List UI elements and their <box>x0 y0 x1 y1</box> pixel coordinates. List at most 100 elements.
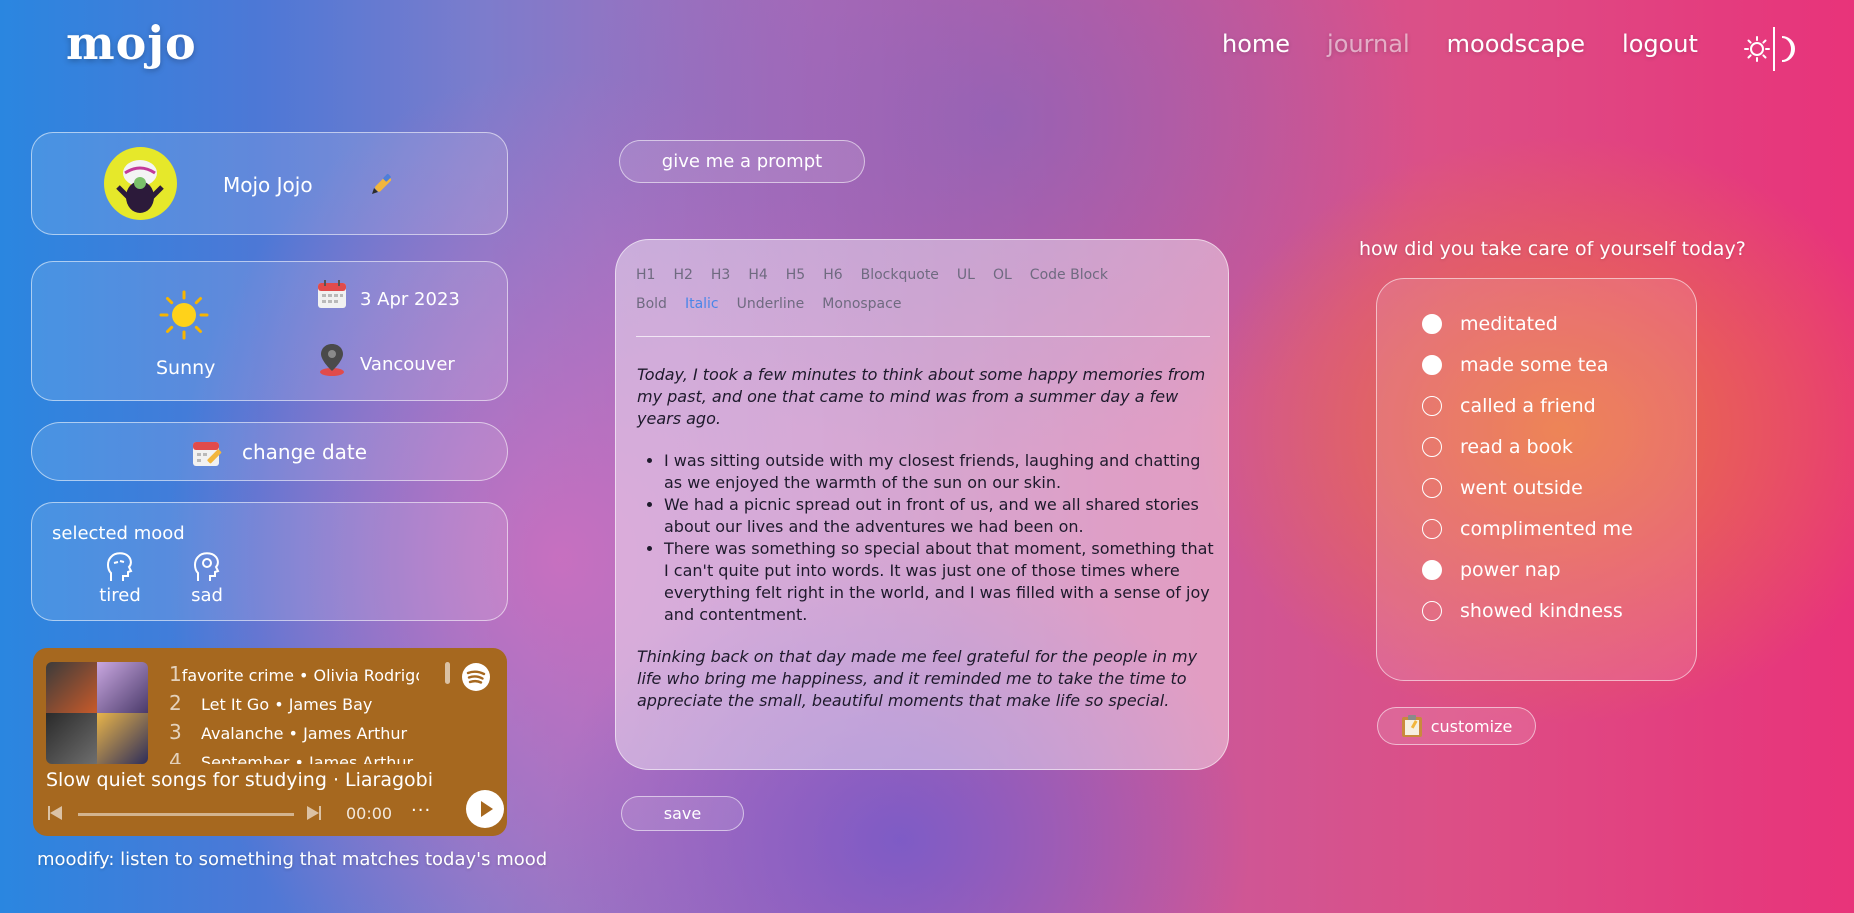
nav-logout[interactable]: logout <box>1622 30 1698 58</box>
location-pin-icon <box>320 344 344 376</box>
track-number: 3 <box>169 720 182 744</box>
selfcare-option-went-outside[interactable]: went outside <box>1422 473 1583 503</box>
selfcare-option-made-some-tea[interactable]: made some tea <box>1422 350 1608 380</box>
toolbar-h1-button[interactable]: H1 <box>636 267 655 283</box>
spotify-player: 1 favorite crime • Olivia Rodrigo 2 Let It… <box>33 648 507 836</box>
radio-button[interactable] <box>1422 519 1442 539</box>
toolbar-h5-button[interactable]: H5 <box>786 267 805 283</box>
app-logo[interactable]: mojo <box>66 16 197 70</box>
toolbar-ol-button[interactable]: OL <box>993 267 1012 283</box>
moon-icon[interactable] <box>1778 35 1800 63</box>
selfcare-option-label: showed kindness <box>1460 600 1623 622</box>
track-title: favorite crime • Olivia Rodrigo <box>181 666 419 685</box>
journal-bullet-list[interactable]: I was sitting outside with my closest fr… <box>637 450 1217 626</box>
spotify-icon[interactable] <box>461 662 491 692</box>
head-tired-icon <box>107 552 133 581</box>
moodify-caption: moodify: listen to something that matche… <box>37 849 548 870</box>
track-row[interactable]: 4 September • James Arthur <box>169 749 419 764</box>
toolbar-h6-button[interactable]: H6 <box>823 267 842 283</box>
entry-date: 3 Apr 2023 <box>360 289 460 310</box>
play-button[interactable] <box>466 790 504 828</box>
save-button[interactable]: save <box>621 796 744 831</box>
mood-label: tired <box>99 585 141 606</box>
selfcare-option-label: power nap <box>1460 559 1561 581</box>
selfcare-option-meditated[interactable]: meditated <box>1422 309 1558 339</box>
customize-button[interactable]: customize <box>1377 707 1536 745</box>
radio-button[interactable] <box>1422 437 1442 457</box>
toolbar-bold-button[interactable]: Bold <box>636 296 667 312</box>
more-options-icon[interactable]: ··· <box>411 800 431 821</box>
weather-condition: Sunny <box>156 357 216 379</box>
journal-intro[interactable]: Today, I took a few minutes to think abo… <box>637 364 1217 430</box>
toolbar-ul-button[interactable]: UL <box>957 267 975 283</box>
selfcare-option-read-a-book[interactable]: read a book <box>1422 432 1573 462</box>
radio-button[interactable] <box>1422 478 1442 498</box>
toolbar-row-format: Bold Italic Underline Monospace <box>636 289 1216 318</box>
weather-card: Sunny 3 Apr 2023 Vancouver <box>31 261 508 401</box>
journal-outro[interactable]: Thinking back on that day made me feel g… <box>637 646 1217 712</box>
track-list[interactable]: 1 favorite crime • Olivia Rodrigo 2 Let It… <box>169 662 419 764</box>
track-row[interactable]: 1 favorite crime • Olivia Rodrigo <box>169 662 419 691</box>
journal-bullet[interactable]: I was sitting outside with my closest fr… <box>664 450 1217 494</box>
playlist-cover[interactable] <box>46 662 148 764</box>
previous-track-icon[interactable] <box>46 804 64 822</box>
player-controls: 00:00 ··· <box>46 790 504 828</box>
selfcare-option-label: made some tea <box>1460 354 1609 376</box>
mood-sad[interactable]: sad <box>177 551 237 606</box>
track-row[interactable]: 2 Let It Go • James Bay <box>169 691 419 720</box>
next-track-icon[interactable] <box>305 804 323 822</box>
selected-mood-title: selected mood <box>52 523 185 544</box>
toolbar-code-block-button[interactable]: Code Block <box>1030 267 1108 283</box>
selfcare-option-called-a-friend[interactable]: called a friend <box>1422 391 1596 421</box>
avatar[interactable] <box>104 147 177 220</box>
nav-home[interactable]: home <box>1222 30 1290 58</box>
selfcare-option-label: went outside <box>1460 477 1583 499</box>
radio-button[interactable] <box>1422 314 1442 334</box>
head-sad-icon <box>194 552 220 581</box>
selfcare-option-label: called a friend <box>1460 395 1596 417</box>
change-date-button[interactable]: change date <box>31 422 508 481</box>
playlist-title[interactable]: Slow quiet songs for studying · Liaragob… <box>46 769 442 791</box>
location-text: Vancouver <box>360 354 455 375</box>
toolbar-row-headings: H1 H2 H3 H4 H5 H6 Blockquote UL OL Code Block <box>636 260 1216 289</box>
mood-tired[interactable]: tired <box>90 551 150 606</box>
progress-bar[interactable] <box>78 813 294 816</box>
radio-button[interactable] <box>1422 560 1442 580</box>
toolbar-underline-button[interactable]: Underline <box>737 296 805 312</box>
calendar-icon <box>318 280 346 308</box>
journal-text-area[interactable]: Today, I took a few minutes to think abo… <box>637 364 1217 732</box>
toolbar-h4-button[interactable]: H4 <box>748 267 767 283</box>
selfcare-option-label: meditated <box>1460 313 1558 335</box>
track-number: 1 <box>169 662 182 686</box>
theme-toggle[interactable] <box>1744 26 1800 72</box>
nav-moodscape[interactable]: moodscape <box>1447 30 1585 58</box>
selfcare-question: how did you take care of yourself today? <box>1359 238 1746 260</box>
track-row[interactable]: 3 Avalanche • James Arthur <box>169 720 419 749</box>
radio-button[interactable] <box>1422 396 1442 416</box>
selfcare-option-power-nap[interactable]: power nap <box>1422 555 1561 585</box>
profile-card: Mojo Jojo <box>31 132 508 235</box>
toolbar-h2-button[interactable]: H2 <box>673 267 692 283</box>
track-list-scrollbar[interactable] <box>445 662 450 684</box>
track-title: Let It Go • James Bay <box>201 695 373 714</box>
calendar-edit-icon <box>193 442 222 466</box>
toolbar-blockquote-button[interactable]: Blockquote <box>861 267 939 283</box>
selected-mood-card: selected mood tired sad <box>31 502 508 621</box>
toolbar-h3-button[interactable]: H3 <box>711 267 730 283</box>
mood-label: sad <box>191 585 223 606</box>
sun-icon[interactable] <box>1744 36 1770 62</box>
give-prompt-button[interactable]: give me a prompt <box>619 140 865 183</box>
radio-button[interactable] <box>1422 355 1442 375</box>
track-title: September • James Arthur <box>201 753 414 764</box>
selfcare-option-showed-kindness[interactable]: showed kindness <box>1422 596 1623 626</box>
journal-editor: H1 H2 H3 H4 H5 H6 Blockquote UL OL Code Block Bol… <box>615 239 1229 770</box>
nav-journal[interactable]: journal <box>1327 30 1410 58</box>
edit-pencil-icon[interactable] <box>369 171 395 197</box>
toolbar-monospace-button[interactable]: Monospace <box>822 296 901 312</box>
track-title: Avalanche • James Arthur <box>201 724 408 743</box>
journal-bullet[interactable]: We had a picnic spread out in front of u… <box>664 494 1217 538</box>
journal-bullet[interactable]: There was something so special about tha… <box>664 538 1217 626</box>
selfcare-option-complimented-me[interactable]: complimented me <box>1422 514 1633 544</box>
radio-button[interactable] <box>1422 601 1442 621</box>
toolbar-italic-button[interactable]: Italic <box>685 296 719 312</box>
